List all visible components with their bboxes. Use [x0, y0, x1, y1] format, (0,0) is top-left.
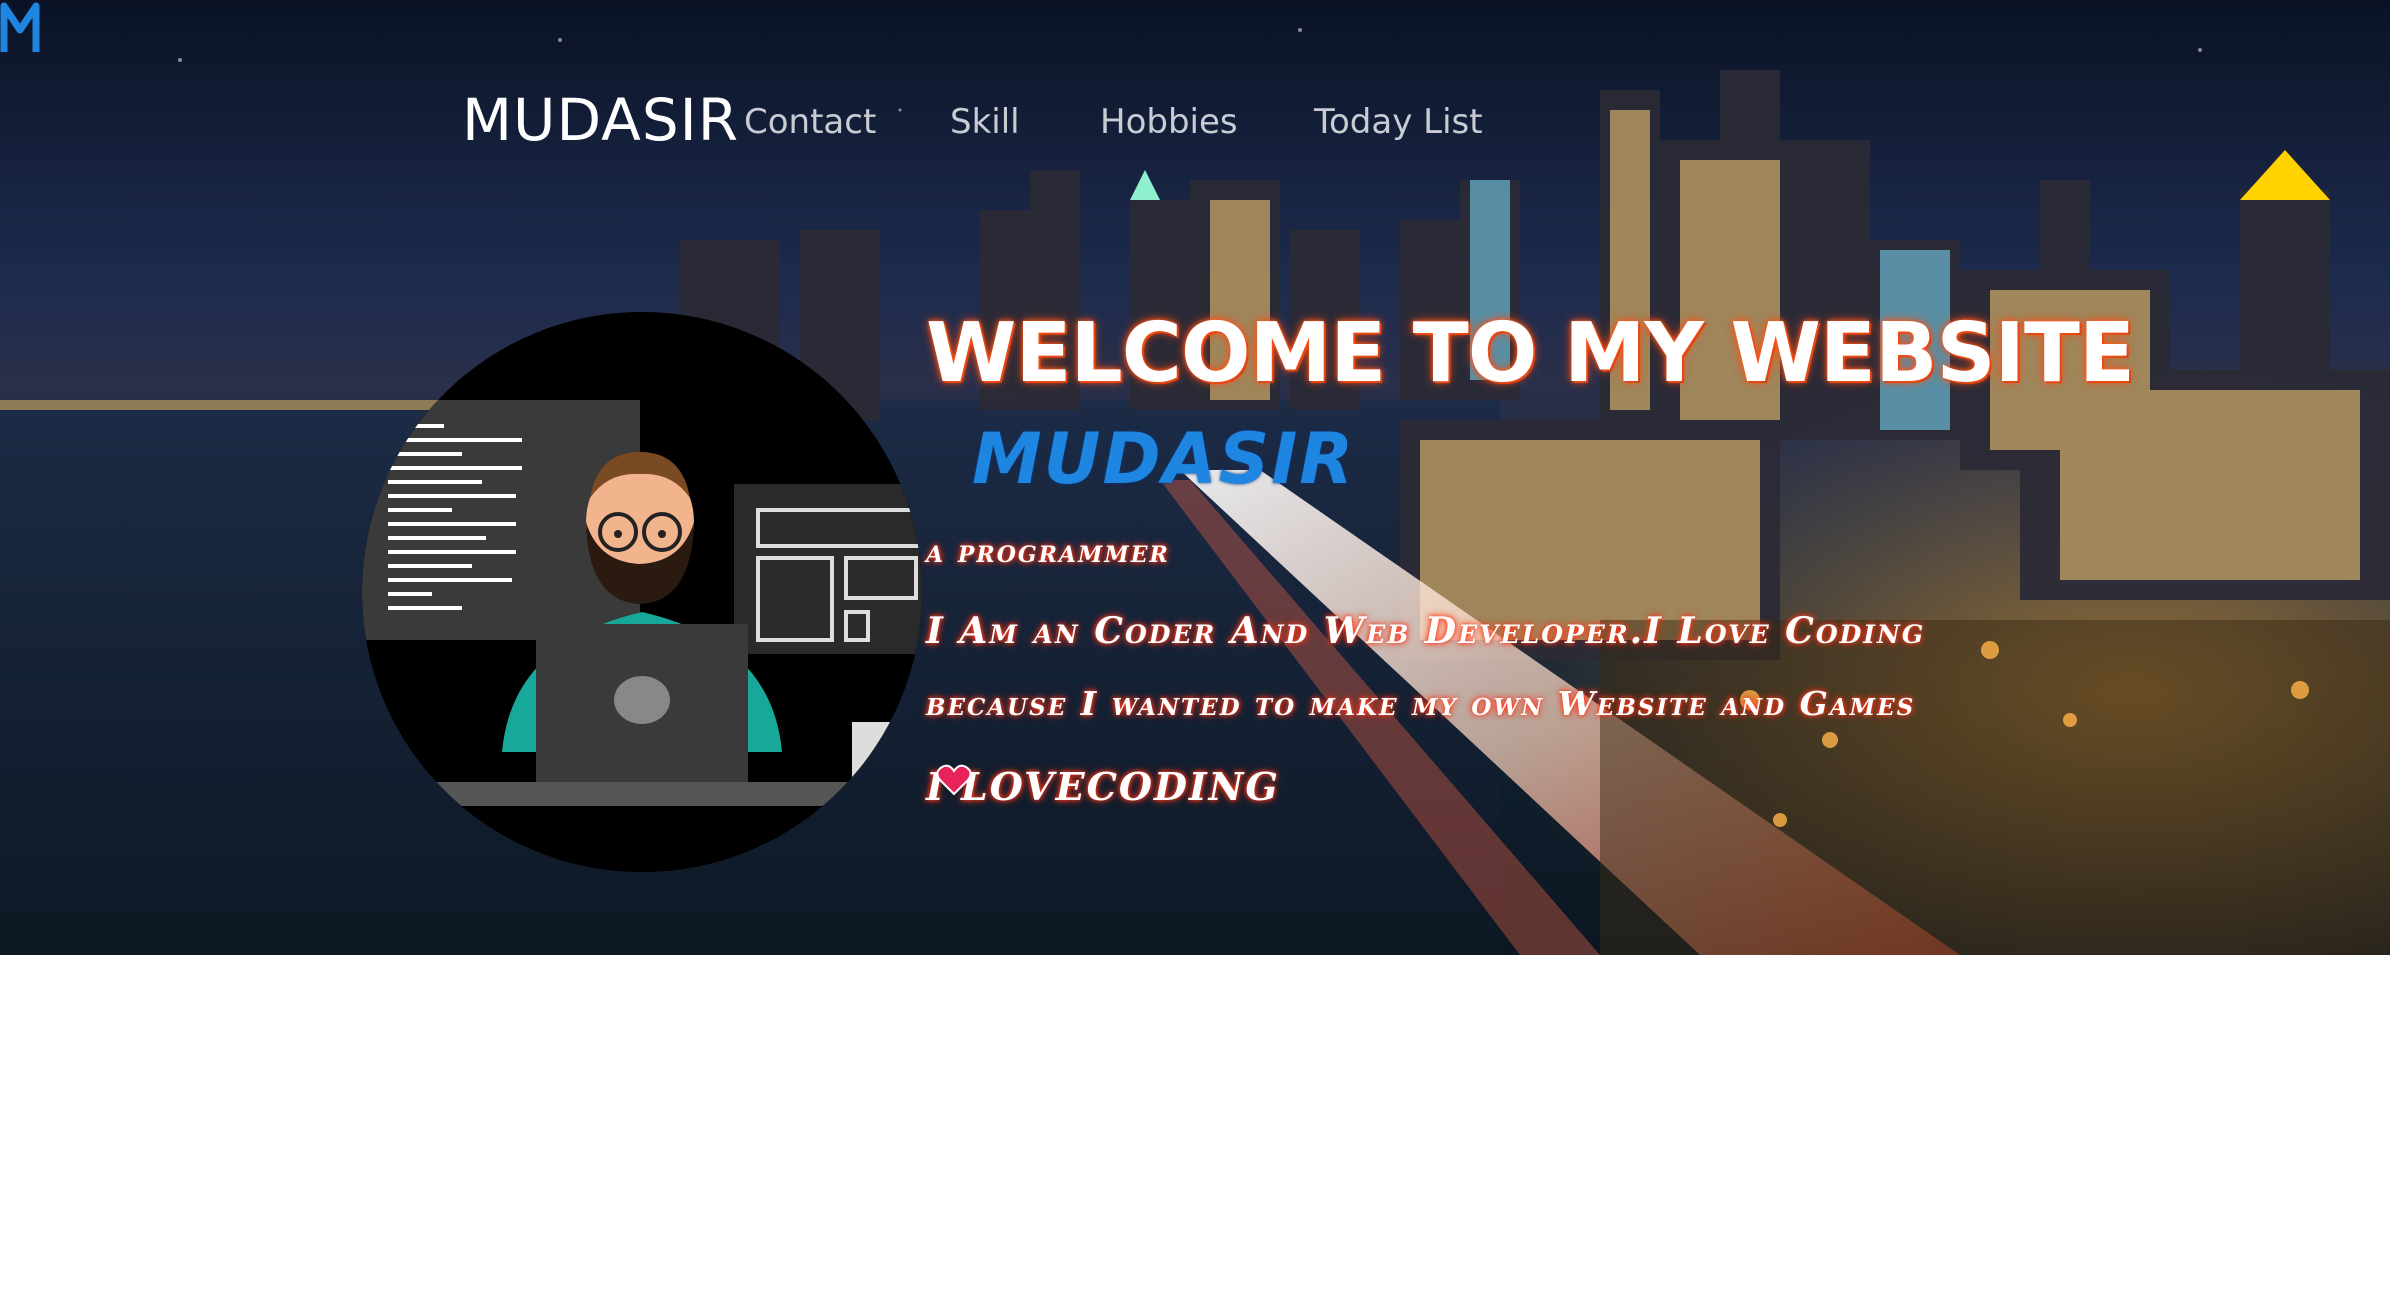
- tagline: a programmer: [926, 534, 1170, 570]
- developer-illustration: [362, 312, 922, 872]
- nav-hobbies[interactable]: Hobbies: [1100, 102, 1238, 142]
- intro-line: I Am an Coder And Web Developer.I Love C…: [926, 610, 1926, 652]
- top-nav: MUDASIR Contact Skill Hobbies Today List: [0, 0, 2390, 250]
- hero-name: MUDASIR: [972, 418, 1356, 500]
- developer-avatar: [362, 312, 922, 872]
- hero-banner: MUDASIR Contact Skill Hobbies Today List: [0, 0, 2390, 955]
- nav-contact[interactable]: Contact: [744, 102, 876, 142]
- heart-icon: [936, 764, 972, 796]
- brand-name[interactable]: MUDASIR: [462, 86, 739, 154]
- nav-today-list[interactable]: Today List: [1314, 102, 1483, 142]
- logo-m-icon[interactable]: [0, 0, 40, 56]
- reason-line: because I wanted to make my own Website …: [926, 684, 1916, 723]
- welcome-heading: WELCOME TO MY WEBSITE: [926, 306, 2135, 401]
- love-coding-line: I LOVE CODING: [926, 764, 1280, 809]
- coding-text: CODING: [1086, 764, 1280, 809]
- nav-skill[interactable]: Skill: [950, 102, 1020, 142]
